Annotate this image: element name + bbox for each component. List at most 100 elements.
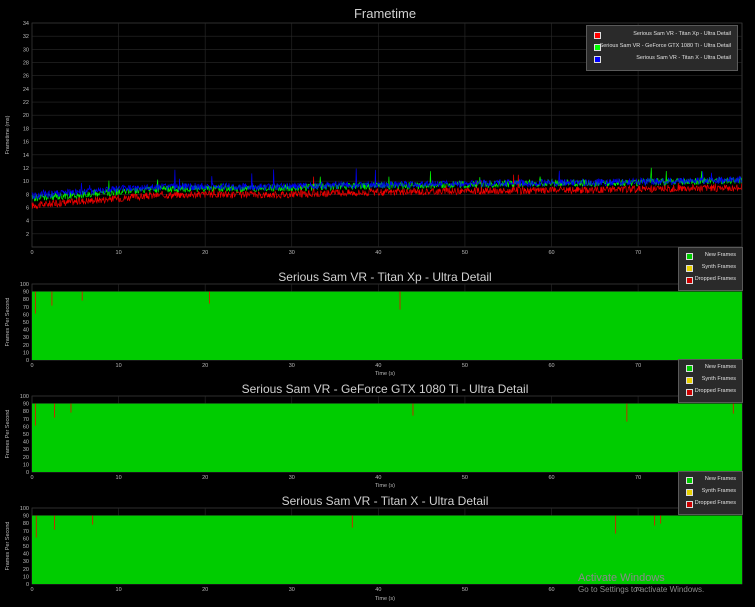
legend-swatch-dropped-frames [686, 277, 693, 284]
fps-x-tick-label: 30 [289, 587, 295, 593]
fps-x-axis-label: Time (s) [375, 483, 395, 489]
fps-y-tick-label: 20 [23, 455, 29, 461]
legend-swatch-dropped-frames [686, 501, 693, 508]
fps-y-tick-label: 80 [23, 297, 29, 303]
fps-y-axis-label: Frames Per Second [5, 410, 11, 459]
frame-legend-panel-1: New Frames Synth Frames Dropped Frames [678, 247, 743, 291]
fps-x-tick-label: 0 [30, 363, 33, 369]
frametime-y-tick-label: 20 [23, 113, 29, 119]
fps-x-tick-label: 0 [30, 475, 33, 481]
frametime-y-tick-label: 30 [23, 47, 29, 53]
activation-watermark-subtitle: Go to Settings to activate Windows. [578, 585, 705, 594]
fps-y-tick-label: 60 [23, 536, 29, 542]
legend-label-titan-xp: Serious Sam VR - Titan Xp - Ultra Detail [633, 31, 731, 37]
fps-y-tick-label: 0 [26, 470, 29, 476]
fps-y-tick-label: 70 [23, 529, 29, 535]
legend-label-new-frames: New Frames [704, 252, 736, 258]
legend-item-new-frames: New Frames [679, 250, 742, 262]
frametime-x-tick-label: 10 [116, 250, 122, 256]
fps-y-tick-label: 90 [23, 290, 29, 296]
legend-item-dropped-frames: Dropped Frames [679, 386, 742, 398]
fps-y-tick-label: 70 [23, 417, 29, 423]
fps-y-tick-label: 10 [23, 574, 29, 580]
legend-swatch-synth-frames [686, 489, 693, 496]
fps-panel-title: Serious Sam VR - Titan Xp - Ultra Detail [278, 270, 491, 284]
legend-item-new-frames: New Frames [679, 474, 742, 486]
fps-y-tick-label: 100 [20, 394, 29, 400]
new-frames-area [32, 291, 742, 360]
frametime-x-tick-label: 20 [202, 250, 208, 256]
fps-y-tick-label: 10 [23, 462, 29, 468]
legend-label-synth-frames: Synth Frames [701, 488, 736, 494]
legend-item-synth-frames: Synth Frames [679, 374, 742, 386]
frametime-y-tick-label: 14 [23, 153, 29, 159]
fps-panel-title: Serious Sam VR - GeForce GTX 1080 Ti - U… [242, 382, 529, 396]
fps-y-axis-label: Frames Per Second [5, 522, 11, 571]
fps-y-tick-label: 30 [23, 335, 29, 341]
fps-x-tick-label: 10 [116, 587, 122, 593]
fps-x-tick-label: 50 [462, 363, 468, 369]
frametime-y-tick-label: 26 [23, 74, 29, 80]
legend-item-synth-frames: Synth Frames [679, 262, 742, 274]
frametime-y-tick-label: 34 [23, 21, 29, 27]
legend-item-titan-xp: Serious Sam VR - Titan Xp - Ultra Detail [587, 29, 737, 41]
fps-y-tick-label: 40 [23, 328, 29, 334]
legend-label-dropped-frames: Dropped Frames [694, 276, 736, 282]
legend-item-titan-x: Serious Sam VR - Titan X - Ultra Detail [587, 53, 737, 65]
legend-item-gtx-1080-ti: Serious Sam VR - GeForce GTX 1080 Ti - U… [587, 41, 737, 53]
legend-swatch-titan-xp [594, 32, 601, 39]
fps-x-axis-label: Time (s) [375, 596, 395, 602]
legend-swatch-new-frames [686, 365, 693, 372]
frametime-title: Frametime [354, 6, 416, 21]
fps-y-tick-label: 50 [23, 320, 29, 326]
legend-swatch-new-frames [686, 253, 693, 260]
fps-y-tick-label: 40 [23, 440, 29, 446]
frametime-legend: Serious Sam VR - Titan Xp - Ultra Detail… [586, 25, 738, 71]
fps-y-tick-label: 50 [23, 432, 29, 438]
fps-y-tick-label: 100 [20, 506, 29, 512]
frametime-x-tick-label: 50 [462, 250, 468, 256]
frame-legend-panel-3: New Frames Synth Frames Dropped Frames [678, 471, 743, 515]
fps-y-tick-label: 60 [23, 312, 29, 318]
fps-x-tick-label: 70 [635, 475, 641, 481]
frametime-y-tick-label: 18 [23, 126, 29, 132]
frame-legend-panel-2: New Frames Synth Frames Dropped Frames [678, 359, 743, 403]
frametime-y-tick-label: 22 [23, 100, 29, 106]
frametime-y-tick-label: 12 [23, 166, 29, 172]
frametime-y-tick-label: 16 [23, 140, 29, 146]
fps-y-tick-label: 90 [23, 514, 29, 520]
fps-x-tick-label: 20 [202, 587, 208, 593]
legend-swatch-dropped-frames [686, 389, 693, 396]
legend-label-new-frames: New Frames [704, 364, 736, 370]
fps-x-tick-label: 40 [375, 363, 381, 369]
frametime-y-tick-label: 2 [26, 232, 29, 238]
fps-y-tick-label: 0 [26, 358, 29, 364]
fps-x-tick-label: 20 [202, 363, 208, 369]
frametime-y-tick-label: 4 [26, 219, 29, 225]
fps-x-tick-label: 0 [30, 587, 33, 593]
legend-label-new-frames: New Frames [704, 476, 736, 482]
frametime-x-tick-label: 40 [375, 250, 381, 256]
new-frames-area [32, 403, 742, 472]
fps-y-tick-label: 0 [26, 582, 29, 588]
fps-y-tick-label: 60 [23, 424, 29, 430]
frametime-y-tick-label: 8 [26, 192, 29, 198]
fps-y-tick-label: 20 [23, 567, 29, 573]
fps-y-tick-label: 90 [23, 402, 29, 408]
frametime-x-tick-label: 0 [30, 250, 33, 256]
activation-watermark-title: Activate Windows [578, 572, 665, 584]
fps-x-tick-label: 60 [548, 587, 554, 593]
legend-label-titan-x: Serious Sam VR - Titan X - Ultra Detail [636, 55, 731, 61]
fps-x-tick-label: 30 [289, 475, 295, 481]
fps-x-tick-label: 50 [462, 587, 468, 593]
fps-panel-titan-xp: Serious Sam VR - Titan Xp - Ultra Detail… [5, 270, 743, 377]
fps-x-tick-label: 40 [375, 587, 381, 593]
fps-y-tick-label: 70 [23, 305, 29, 311]
fps-y-tick-label: 50 [23, 544, 29, 550]
fps-x-tick-label: 30 [289, 363, 295, 369]
legend-item-dropped-frames: Dropped Frames [679, 498, 742, 510]
legend-label-dropped-frames: Dropped Frames [694, 388, 736, 394]
frametime-y-tick-label: 6 [26, 205, 29, 211]
fps-x-tick-label: 10 [116, 363, 122, 369]
legend-swatch-new-frames [686, 477, 693, 484]
